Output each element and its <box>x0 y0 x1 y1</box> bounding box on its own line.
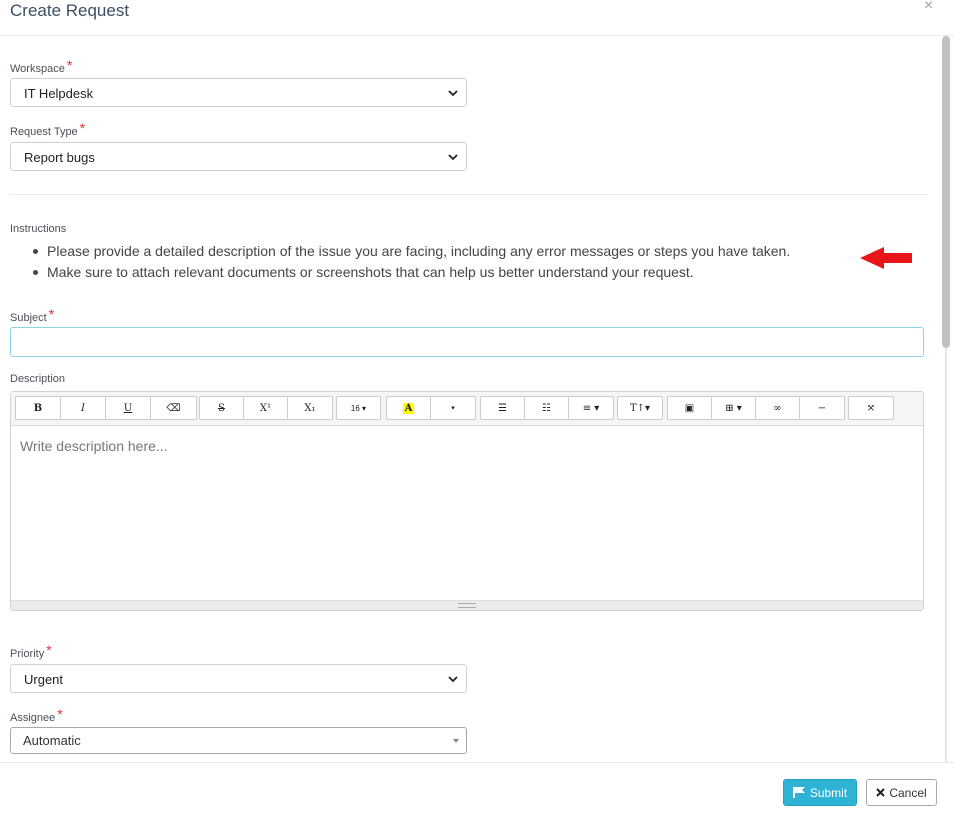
strikethrough-button[interactable]: S <box>200 397 244 419</box>
toolbar-group-script: S X¹ X₁ <box>199 396 333 420</box>
scrollbar-thumb[interactable] <box>942 36 950 348</box>
modal-footer: Submit Cancel <box>0 762 954 822</box>
modal-header: Create Request × <box>0 0 954 36</box>
flag-icon <box>792 787 805 798</box>
description-editor: B I U ⌫ S X¹ X₁ 16 ▾ A ▾ ☰ ☷ ≡ ▾ T↑▾ ▣ ⊞… <box>10 391 924 611</box>
assignee-value: Automatic <box>23 733 81 748</box>
description-textarea[interactable]: Write description here... <box>11 426 923 601</box>
font-color-swatch: A <box>402 402 415 414</box>
fullscreen-icon[interactable]: ⤧ <box>849 397 893 419</box>
chevron-down-icon <box>448 676 458 683</box>
workspace-label: Workspace * <box>10 57 73 75</box>
description-placeholder: Write description here... <box>20 438 168 454</box>
italic-button[interactable]: I <box>61 397 106 419</box>
ordered-list-button[interactable]: ☷ <box>525 397 569 419</box>
required-marker: * <box>48 306 55 322</box>
subscript-button[interactable]: X₁ <box>288 397 332 419</box>
assignee-label: Assignee * <box>10 706 63 724</box>
clear-format-button[interactable]: ⌫ <box>151 397 196 419</box>
editor-resize-handle[interactable] <box>11 600 923 610</box>
underline-button[interactable]: U <box>106 397 151 419</box>
unordered-list-button[interactable]: ☰ <box>481 397 525 419</box>
bold-button[interactable]: B <box>16 397 61 419</box>
table-dropdown[interactable]: ⊞ ▾ <box>712 397 756 419</box>
required-marker: * <box>57 706 63 722</box>
toolbar-group-para: ☰ ☷ ≡ ▾ <box>480 396 614 420</box>
request-type-select[interactable]: Report bugs <box>10 142 467 171</box>
font-color-button[interactable]: A <box>387 397 431 419</box>
subject-input[interactable] <box>10 327 924 357</box>
cancel-label: Cancel <box>889 785 927 800</box>
color-dropdown[interactable]: ▾ <box>431 397 475 419</box>
create-request-modal: Create Request × Workspace * IT Helpdesk … <box>0 0 954 822</box>
toolbar-group-view: ⤧ <box>848 396 894 420</box>
priority-label: Priority * <box>10 642 52 660</box>
line-height-dropdown[interactable]: T↑▾ <box>618 397 662 419</box>
cancel-button[interactable]: Cancel <box>866 779 937 806</box>
caret-down-icon <box>453 739 459 743</box>
priority-value: Urgent <box>24 672 64 687</box>
toolbar-group-insert: ▣ ⊞ ▾ ∞ − <box>667 396 845 420</box>
priority-select[interactable]: Urgent <box>10 664 467 693</box>
chevron-down-icon <box>448 90 458 97</box>
required-marker: * <box>66 57 73 73</box>
toolbar-group-size: 16 ▾ <box>336 396 381 420</box>
required-marker: * <box>79 120 86 136</box>
modal-title: Create Request <box>10 1 130 20</box>
toolbar-group-height: T↑▾ <box>617 396 663 420</box>
scrollbar-track <box>945 348 947 762</box>
request-type-label: Request Type * <box>10 120 86 138</box>
required-marker: * <box>46 642 52 658</box>
workspace-value: IT Helpdesk <box>24 86 94 101</box>
close-icon <box>876 788 886 797</box>
instructions-label: Instructions <box>10 223 67 235</box>
chevron-down-icon <box>448 154 458 161</box>
workspace-select[interactable]: IT Helpdesk <box>10 78 467 107</box>
submit-label: Submit <box>809 785 848 800</box>
submit-button[interactable]: Submit <box>783 779 857 806</box>
red-arrow-icon <box>860 247 912 269</box>
toolbar-group-color: A ▾ <box>386 396 476 420</box>
picture-icon[interactable]: ▣ <box>668 397 712 419</box>
description-label: Description <box>10 373 66 385</box>
editor-toolbar: B I U ⌫ S X¹ X₁ 16 ▾ A ▾ ☰ ☷ ≡ ▾ T↑▾ ▣ ⊞… <box>11 392 923 426</box>
assignee-select[interactable]: Automatic <box>10 727 467 754</box>
paragraph-align-dropdown[interactable]: ≡ ▾ <box>569 397 613 419</box>
request-type-value: Report bugs <box>24 150 95 165</box>
instructions-list: Please provide a detailed description of… <box>10 241 890 283</box>
subject-label: Subject * <box>10 306 55 324</box>
font-size-dropdown[interactable]: 16 ▾ <box>337 397 380 419</box>
horizontal-rule-button[interactable]: − <box>800 397 844 419</box>
grip-icon <box>458 603 476 608</box>
instruction-item: Please provide a detailed description of… <box>10 241 890 262</box>
link-icon[interactable]: ∞ <box>756 397 800 419</box>
close-icon[interactable]: × <box>924 0 933 15</box>
divider <box>10 194 928 195</box>
modal-scrollbar[interactable] <box>942 36 950 762</box>
superscript-button[interactable]: X¹ <box>244 397 288 419</box>
toolbar-group-style: B I U ⌫ <box>15 396 197 420</box>
instruction-item: Make sure to attach relevant documents o… <box>10 262 890 283</box>
